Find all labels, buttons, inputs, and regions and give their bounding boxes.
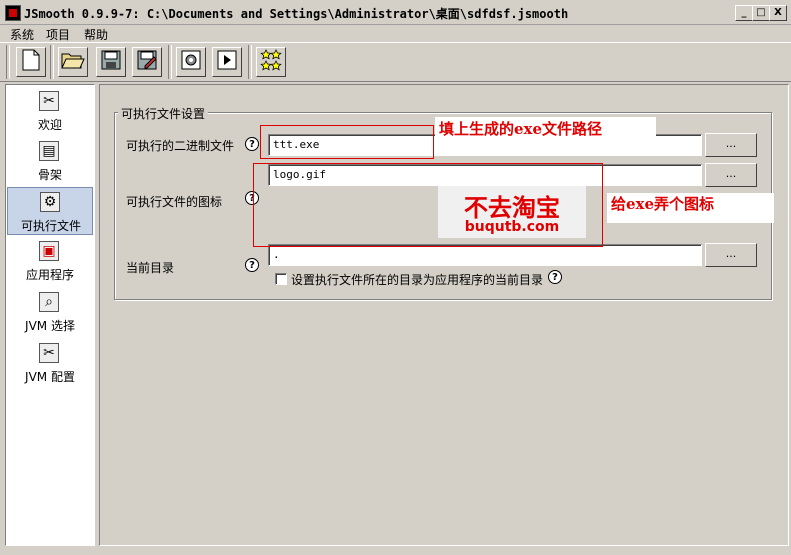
sidebar-item-label: JVM 配置 xyxy=(25,370,75,384)
save-as-icon xyxy=(137,50,157,74)
toolbar xyxy=(0,42,791,82)
help-icon[interactable]: ? xyxy=(245,258,259,272)
new-file-icon xyxy=(22,49,40,75)
current-directory-browse-button[interactable]: ... xyxy=(705,243,757,267)
help-icon[interactable]: ? xyxy=(245,137,259,151)
tools-icon: ✂ xyxy=(39,91,59,111)
run-icon xyxy=(217,50,237,74)
sidebar-item-skeleton[interactable]: ▤ 骨架 xyxy=(7,137,93,185)
close-button[interactable]: X xyxy=(769,5,787,21)
sidebar-item-label: 欢迎 xyxy=(37,118,62,132)
open-button[interactable] xyxy=(58,47,88,77)
minimize-button[interactable]: _ xyxy=(735,5,753,21)
app-icon: ▣ xyxy=(39,241,59,261)
toolbar-separator xyxy=(50,45,54,79)
stars-button[interactable] xyxy=(256,47,286,77)
menu-help[interactable]: 帮助 xyxy=(84,26,108,43)
sidebar-item-jvm-select[interactable]: ⌕ JVM 选择 xyxy=(7,288,93,336)
icon-browse-button[interactable]: ... xyxy=(705,163,757,187)
magnifier-icon: ⌕ xyxy=(39,292,59,312)
sidebar-item-label: JVM 选择 xyxy=(25,319,75,333)
set-current-dir-checkbox[interactable] xyxy=(275,273,287,285)
sidebar-item-jvm-config[interactable]: ✂ JVM 配置 xyxy=(7,339,93,387)
app-icon xyxy=(5,5,21,21)
tools-icon: ✂ xyxy=(39,343,59,363)
page-icon: ▤ xyxy=(39,141,59,161)
save-as-button[interactable] xyxy=(132,47,162,77)
maximize-button[interactable]: □ xyxy=(752,5,770,21)
binary-label: 可执行的二进制文件 xyxy=(126,139,235,153)
sidebar-item-label: 可执行文件 xyxy=(20,219,81,233)
current-directory-field[interactable]: . xyxy=(268,244,702,266)
annotation-box-binary xyxy=(260,125,434,159)
annotation-box-icon xyxy=(253,163,603,247)
sidebar-item-executable[interactable]: ⚙ 可执行文件 xyxy=(7,187,93,235)
save-button[interactable] xyxy=(96,47,126,77)
sidebar-item-label: 骨架 xyxy=(37,168,62,182)
menu-system[interactable]: 系统 xyxy=(10,26,34,43)
toolbar-separator xyxy=(248,45,252,79)
checkbox-label: 设置执行文件所在的目录为应用程序的当前目录 xyxy=(291,273,544,287)
toolbar-separator xyxy=(6,45,10,79)
title-bar: JSmooth 0.9.9-7: C:\Documents and Settin… xyxy=(0,0,791,25)
current-directory-label: 当前目录 xyxy=(126,261,175,275)
menu-bar: 系统 项目 帮助 xyxy=(0,24,791,42)
gear-icon: ⚙ xyxy=(40,192,60,212)
sidebar-item-application[interactable]: ▣ 应用程序 xyxy=(7,237,93,285)
sidebar-item-label: 应用程序 xyxy=(25,268,74,282)
compile-gear-icon xyxy=(181,50,201,74)
window-title: JSmooth 0.9.9-7: C:\Documents and Settin… xyxy=(24,7,569,21)
menu-project[interactable]: 项目 xyxy=(46,26,70,43)
annotation-icon-note: 给exe弄个图标 xyxy=(607,193,774,223)
run-button[interactable] xyxy=(212,47,242,77)
stars-icon xyxy=(260,49,282,75)
save-icon xyxy=(101,50,121,74)
help-icon[interactable]: ? xyxy=(548,270,562,284)
toolbar-separator xyxy=(168,45,172,79)
compile-button[interactable] xyxy=(176,47,206,77)
group-title: 可执行文件设置 xyxy=(118,105,209,122)
sidebar: ✂ 欢迎 ▤ 骨架 ⚙ 可执行文件 ▣ 应用程序 ⌕ JVM 选择 ✂ JVM … xyxy=(5,84,95,546)
icon-label: 可执行文件的图标 xyxy=(126,195,223,209)
open-folder-icon xyxy=(61,50,85,74)
sidebar-item-welcome[interactable]: ✂ 欢迎 xyxy=(7,87,93,135)
annotation-binary-note: 填上生成的exe文件路径 xyxy=(435,117,656,139)
new-button[interactable] xyxy=(16,47,46,77)
binary-browse-button[interactable]: ... xyxy=(705,133,757,157)
